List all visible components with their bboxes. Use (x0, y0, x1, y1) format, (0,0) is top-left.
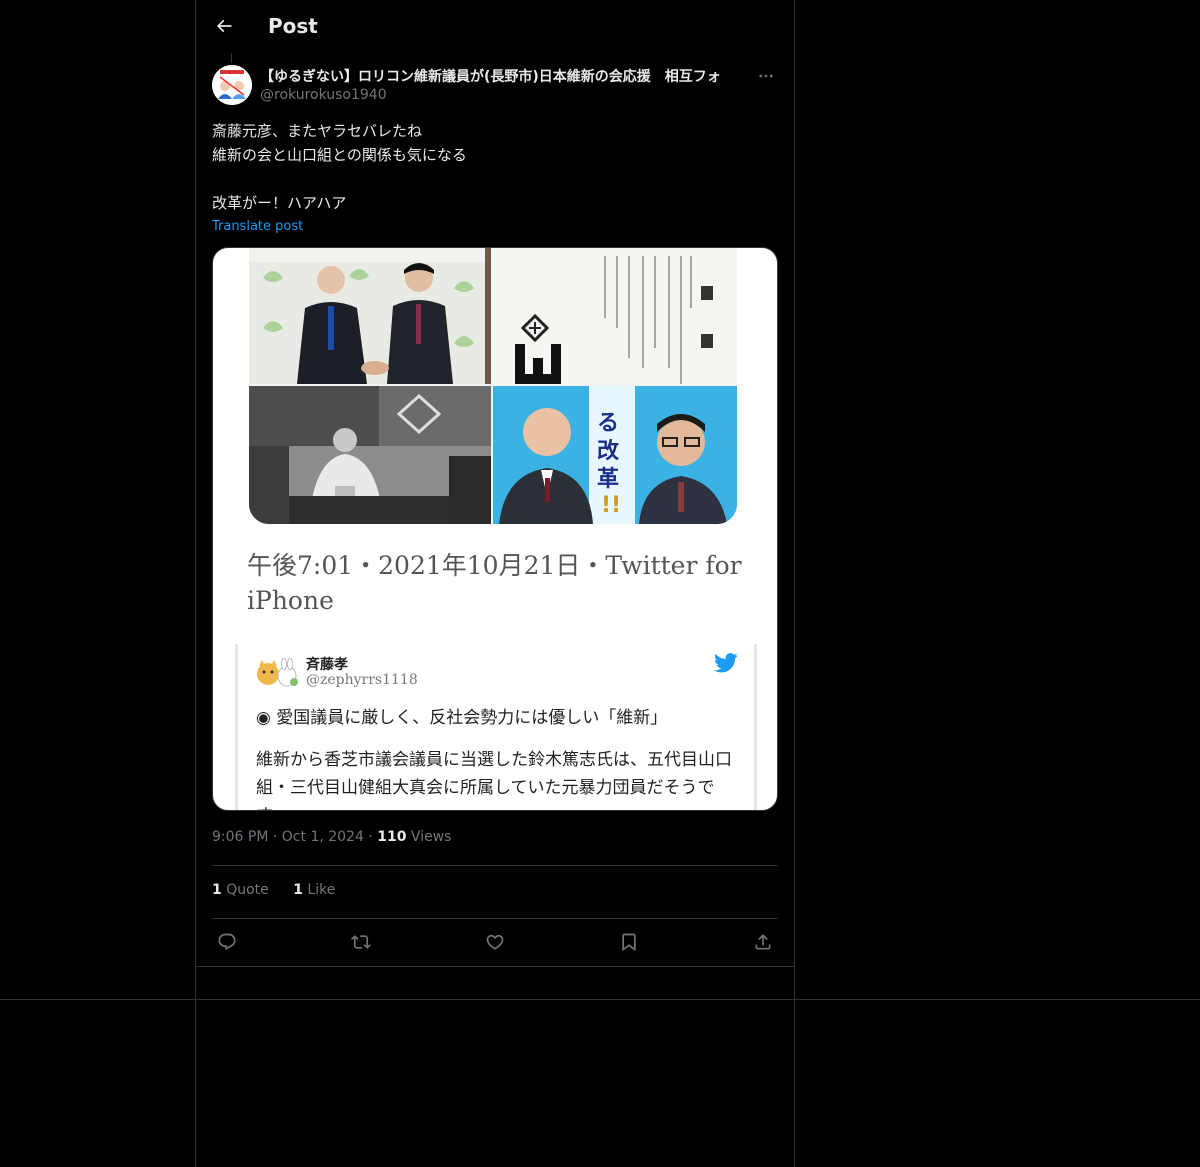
repost-button[interactable] (346, 928, 376, 956)
quoted-handle: @zephyrrs1118 (306, 672, 418, 688)
svg-text:る: る (597, 411, 619, 436)
svg-text:!!: !! (601, 493, 621, 518)
post-media-image[interactable]: る 改 革 !! 午後7:01・2021年10月21日・Twitter for … (212, 247, 778, 811)
thread-connector (231, 53, 232, 63)
embedded-tweet-timestamp: 午後7:01・2021年10月21日・Twitter for iPhone (247, 551, 742, 615)
more-icon (759, 74, 773, 78)
separator-dot: · (368, 829, 378, 845)
quoted-name: 斉藤孝 (306, 657, 348, 673)
post-text: 斎藤元彦、またヤラセバレたね 維新の会と山口組との関係も気になる 改革がー！ハア… (212, 119, 778, 215)
avatar[interactable] (212, 65, 252, 105)
more-options-button[interactable] (754, 65, 778, 87)
separator-dot: · (272, 829, 282, 845)
like-label: Like (307, 882, 336, 898)
quoted-text: ◉ 愛国議員に厳しく、反社会勢力には優しい「維新」 維新から香芝市議会議員に当選… (256, 704, 736, 810)
post-text-line: 斎藤元彦、またヤラセバレたね (212, 122, 423, 140)
photo-campaign-poster: る 改 革 !! (493, 386, 737, 524)
avatar-image (212, 65, 252, 105)
right-column-border (794, 0, 795, 1167)
left-column-border (195, 0, 196, 1167)
post-actions (212, 928, 778, 956)
post-stats: 1 Quote 1 Like (212, 882, 355, 898)
quoted-avatar (256, 657, 300, 688)
divider (212, 918, 778, 919)
page-title: Post (268, 14, 318, 38)
like-button[interactable] (480, 928, 510, 956)
like-icon (486, 934, 504, 950)
bottom-horizontal-divider (0, 999, 1200, 1000)
post-text-line (212, 167, 778, 191)
repost-icon (351, 935, 371, 949)
divider (212, 865, 778, 866)
photo-document (493, 248, 737, 384)
quote-count: 1 (212, 882, 222, 898)
author-handle[interactable]: @rokurokuso1940 (260, 87, 387, 103)
photo-man-at-desk (249, 386, 491, 524)
bookmark-icon (622, 933, 636, 952)
reply-button[interactable] (212, 928, 242, 956)
embedded-quoted-tweet: 斉藤孝 @zephyrrs1118 ◉ 愛国議員に厳しく、反社会勢力には優しい「… (235, 644, 757, 810)
post-metadata: 9:06 PM · Oct 1, 2024 · 110 Views (212, 829, 451, 845)
views-count: 110 (377, 829, 407, 845)
quoted-paragraph: ◉ 愛国議員に厳しく、反社会勢力には優しい「維新」 (256, 708, 668, 728)
svg-text:改: 改 (597, 438, 620, 464)
arrow-left-icon (216, 19, 232, 33)
quote-label: Quote (226, 882, 269, 898)
quoted-paragraph: 維新から香芝市議会議員に当選した鈴木篤志氏は、五代目山口組・三代目山健組大真会に… (256, 750, 732, 810)
quotes-stat[interactable]: 1 Quote (212, 882, 269, 898)
translate-post-link[interactable]: Translate post (212, 219, 303, 234)
post-bottom-border (196, 966, 794, 967)
photo-collage: る 改 革 !! (249, 248, 737, 524)
like-count: 1 (293, 882, 303, 898)
share-button[interactable] (748, 928, 778, 956)
photo-handshake (249, 248, 491, 384)
bookmark-button[interactable] (614, 928, 644, 956)
share-icon (755, 934, 771, 950)
post-author: 【ゆるぎない】ロリコン維新議員が(長野市)日本維新の会応援 相互フォ @roku… (212, 65, 778, 107)
views-label: Views (410, 829, 452, 845)
twitter-bird-icon (714, 652, 738, 674)
author-display-name[interactable]: 【ゆるぎない】ロリコン維新議員が(長野市)日本維新の会応援 相互フォ (260, 66, 754, 86)
post-date[interactable]: Oct 1, 2024 (282, 829, 364, 845)
post-text-line: 改革がー！ハアハア (212, 194, 347, 212)
reply-icon (218, 933, 236, 951)
post-header: Post (196, 0, 794, 53)
post-time[interactable]: 9:06 PM (212, 829, 268, 845)
back-button[interactable] (208, 10, 240, 42)
post-text-line: 維新の会と山口組との関係も気になる (212, 146, 467, 164)
svg-text:革: 革 (597, 467, 619, 492)
likes-stat[interactable]: 1 Like (293, 882, 335, 898)
